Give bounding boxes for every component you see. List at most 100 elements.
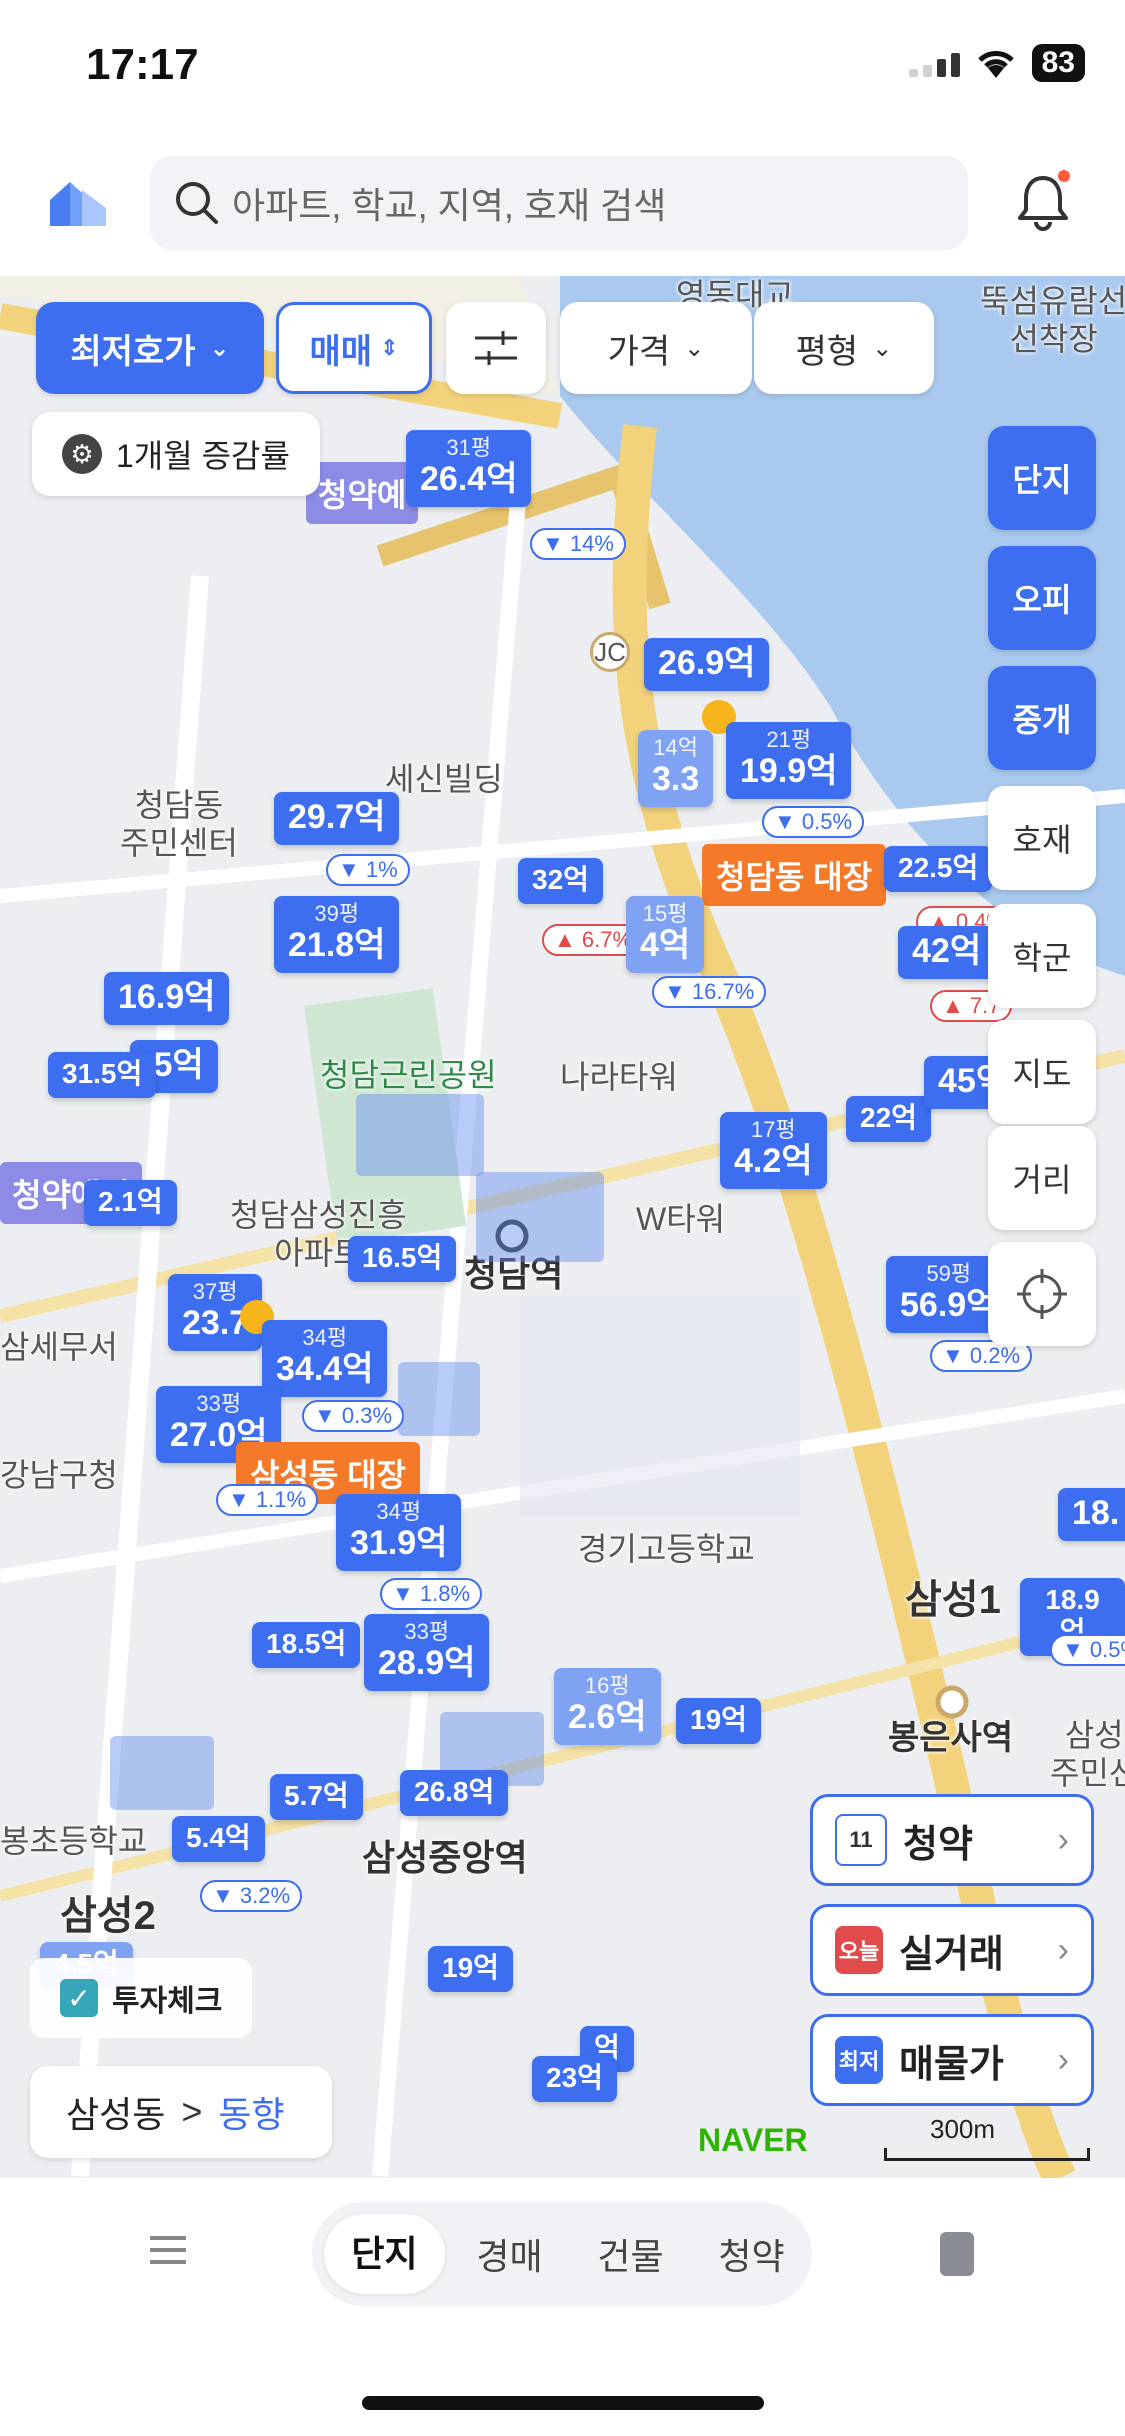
price-marker[interactable]: 31평 26.4억 xyxy=(406,430,532,508)
price-marker[interactable]: 19억 xyxy=(428,1946,513,1993)
price-marker[interactable]: 5.4억 xyxy=(172,1816,265,1863)
rail-school-district[interactable]: 학군 xyxy=(988,904,1096,1008)
breadcrumb-separator: > xyxy=(181,2091,203,2132)
price-marker[interactable]: 26.9억 xyxy=(644,638,770,692)
price-marker[interactable]: 42억 xyxy=(898,926,996,980)
poi-ttukseom: 뚝섬유람선 선착장 xyxy=(980,283,1125,358)
breadcrumb-area: 삼성동 xyxy=(66,2094,166,2135)
price-filter[interactable]: 가격 ⌄ xyxy=(560,302,752,394)
rate-toggle-label: 1개월 증감률 xyxy=(116,438,290,474)
price-marker[interactable]: 5.7억 xyxy=(270,1774,363,1821)
price-marker[interactable]: 14억 3.3 xyxy=(638,730,714,808)
price-marker[interactable]: 15평 4억 xyxy=(626,896,705,974)
listing-price-card[interactable]: 최저 매물가 › xyxy=(810,2014,1094,2106)
tab-complex[interactable]: 단지 xyxy=(324,2214,445,2294)
invest-check-toggle[interactable]: ✓ 투자체크 xyxy=(30,1958,253,2038)
price-marker[interactable]: 21평 19.9억 xyxy=(726,722,852,800)
filter-settings-button[interactable] xyxy=(446,302,546,394)
chevron-right-icon: › xyxy=(1057,1820,1069,1859)
trade-type-filter[interactable]: 매매 ⇕ xyxy=(276,302,432,394)
price-marker[interactable]: 29.7억 xyxy=(274,792,400,846)
rail-complex[interactable]: 단지 xyxy=(988,426,1096,530)
crosshair-icon xyxy=(1017,1269,1067,1319)
card-label: 청약 xyxy=(903,1823,973,1866)
poi-samsung2: 삼성2 xyxy=(60,1894,156,1938)
price-marker[interactable]: 34평 34.4억 xyxy=(262,1320,388,1398)
cluster-block xyxy=(398,1362,480,1436)
change-badge: ▼ 0.5% xyxy=(1050,1634,1125,1666)
sort-arrows-icon: ⇕ xyxy=(380,335,399,360)
change-badge: ▼ 14% xyxy=(530,528,626,560)
bell-icon[interactable] xyxy=(1014,170,1072,234)
poi-gyeonggi: 경기고등학교 xyxy=(578,1531,755,1567)
menu-icon[interactable] xyxy=(150,2236,186,2264)
rail-distance[interactable]: 거리 xyxy=(988,1126,1096,1230)
price-marker[interactable]: 19억 xyxy=(676,1698,761,1745)
real-trade-card[interactable]: 오늘 실거래 › xyxy=(810,1904,1094,1996)
change-badge: ▼ 1.1% xyxy=(216,1484,319,1516)
lowest-price-filter[interactable]: 최저호가 ⌄ xyxy=(36,302,264,394)
home-indicator xyxy=(362,2396,764,2410)
panel-toggle-icon[interactable] xyxy=(940,2232,974,2276)
poi-park: 청담근린공원 xyxy=(320,1057,497,1093)
subscribe-flag[interactable]: 청약예 xyxy=(306,462,419,524)
price-marker[interactable]: 18. xyxy=(1058,1488,1125,1542)
price-marker[interactable]: 22.5억 xyxy=(884,846,993,893)
subscription-card[interactable]: 11 청약 › xyxy=(810,1794,1094,1886)
price-marker[interactable]: 32억 xyxy=(518,858,603,905)
chevron-down-icon: ⌄ xyxy=(209,334,230,362)
price-marker[interactable]: 2.1억 xyxy=(84,1180,177,1227)
price-marker[interactable]: 16평 2.6억 xyxy=(554,1668,661,1746)
trend-link[interactable]: 동향 xyxy=(218,2086,284,2138)
map-view[interactable]: 영동대교 뚝섬유람선 선착장 JC 청담동 주민센터 세신빌딩 청담근린공원 나… xyxy=(0,276,1125,2178)
price-marker[interactable]: 26.8억 xyxy=(400,1770,509,1817)
poi-school: 봉초등학교 xyxy=(0,1823,148,1859)
tab-subscription[interactable]: 청약 xyxy=(691,2228,812,2280)
poi-w-tower: W타워 xyxy=(636,1201,726,1237)
poi-bongeunsa: 봉은사역 xyxy=(888,1719,1014,1757)
poi-samsung1: 삼성1 xyxy=(905,1578,1001,1622)
monthly-rate-toggle[interactable]: ⚙ 1개월 증감률 xyxy=(32,412,320,496)
price-marker[interactable]: 17평 4.2억 xyxy=(720,1112,827,1190)
home-logo-icon[interactable] xyxy=(46,178,110,230)
tab-auction[interactable]: 경매 xyxy=(449,2228,570,2280)
rail-development[interactable]: 호재 xyxy=(988,786,1096,890)
price-marker[interactable]: 18.5억 xyxy=(252,1622,361,1669)
rail-officetel[interactable]: 오피 xyxy=(988,546,1096,650)
sliders-icon xyxy=(475,331,517,365)
price-marker[interactable]: 33평 28.9억 xyxy=(364,1614,490,1692)
size-filter[interactable]: 평형 ⌄ xyxy=(754,302,934,394)
locate-button[interactable] xyxy=(988,1242,1096,1346)
lowest-badge-icon: 최저 xyxy=(835,2036,883,2084)
price-marker[interactable]: 16.9억 xyxy=(104,972,230,1026)
checkbox-icon: ✓ xyxy=(60,1979,98,2017)
rail-map[interactable]: 지도 xyxy=(988,1020,1096,1124)
battery-indicator: 83 xyxy=(1031,44,1085,82)
price-marker[interactable]: 31.5억 xyxy=(48,1052,157,1099)
poi-jc: JC xyxy=(590,632,630,672)
signal-icon xyxy=(908,49,960,77)
search-bar[interactable]: 아파트, 학교, 지역, 호재 검색 xyxy=(150,156,968,250)
search-icon xyxy=(176,182,218,224)
change-badge: ▼ 16.7% xyxy=(652,976,767,1008)
poi-sesin: 세신빌딩 xyxy=(385,761,503,797)
change-badge: ▼ 0.5% xyxy=(762,806,865,838)
price-marker[interactable]: 34평 31.9억 xyxy=(336,1494,462,1572)
poi-tax: 삼세무서 xyxy=(0,1329,118,1365)
mode-segment: 단지 경매 건물 청약 xyxy=(312,2202,812,2306)
rail-agent[interactable]: 중개 xyxy=(988,666,1096,770)
cheongdam-leader-tag[interactable]: 청담동 대장 xyxy=(702,844,887,906)
status-icons: 83 xyxy=(908,44,1085,82)
chevron-right-icon: › xyxy=(1057,1930,1069,1969)
price-marker[interactable]: 22억 xyxy=(846,1096,931,1143)
price-marker[interactable]: 23억 xyxy=(532,2056,617,2103)
cluster-block xyxy=(476,1172,604,1262)
gear-icon: ⚙ xyxy=(62,434,102,474)
price-marker[interactable]: 39평 21.8억 xyxy=(274,896,400,974)
chevron-right-icon: › xyxy=(1057,2040,1069,2079)
breadcrumb[interactable]: 삼성동 > 동향 xyxy=(30,2066,332,2158)
map-scale: 300m xyxy=(930,2114,996,2144)
price-marker[interactable]: 16.5억 xyxy=(348,1236,457,1283)
tab-building[interactable]: 건물 xyxy=(570,2228,691,2280)
search-placeholder: 아파트, 학교, 지역, 호재 검색 xyxy=(232,185,667,226)
